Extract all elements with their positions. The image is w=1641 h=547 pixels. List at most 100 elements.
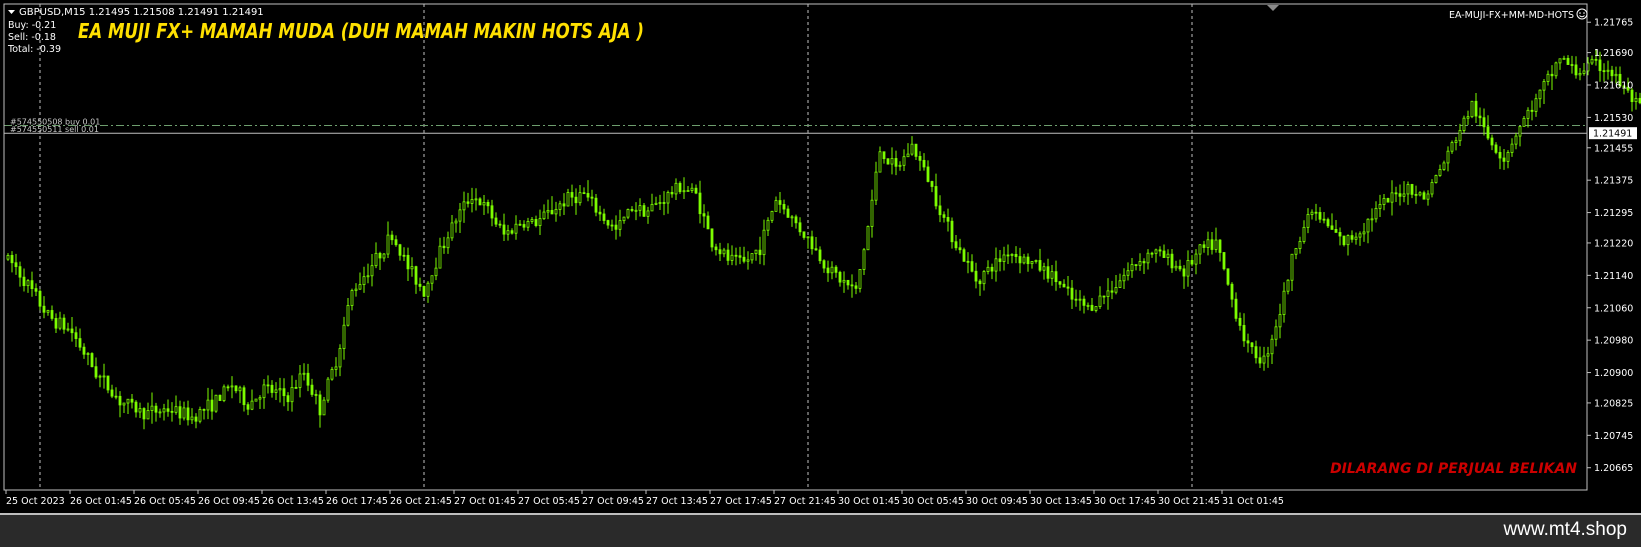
candle-body bbox=[714, 246, 718, 251]
candle-body bbox=[450, 222, 454, 239]
candle-body bbox=[702, 213, 706, 217]
candle-body bbox=[1198, 244, 1202, 255]
candle-body bbox=[934, 186, 938, 207]
x-tick-label: 30 Oct 17:45 bbox=[1094, 496, 1156, 507]
candle-body bbox=[46, 310, 50, 313]
x-tick-label: 26 Oct 21:45 bbox=[390, 496, 452, 507]
candle-body bbox=[854, 285, 858, 289]
candle-body bbox=[130, 398, 134, 403]
candle-body bbox=[1050, 271, 1054, 279]
candle-body bbox=[302, 372, 306, 375]
candle-body bbox=[834, 266, 838, 273]
candle-body bbox=[534, 219, 538, 227]
candle-body bbox=[110, 389, 114, 397]
candle-body bbox=[134, 401, 138, 413]
candle-body bbox=[1482, 117, 1486, 128]
buy-profit: Buy: -0.21 bbox=[8, 20, 56, 31]
candle-body bbox=[754, 249, 758, 254]
candle-body bbox=[710, 228, 714, 248]
candle-body bbox=[1258, 357, 1262, 364]
candle-body bbox=[1010, 253, 1014, 256]
candle-body bbox=[1142, 261, 1146, 264]
candle-body bbox=[1398, 193, 1402, 197]
candle-body bbox=[550, 210, 554, 215]
candle-body bbox=[106, 375, 110, 391]
candle-body bbox=[1534, 98, 1538, 112]
candle-body bbox=[638, 205, 642, 211]
candle-body bbox=[58, 317, 62, 329]
candle-body bbox=[1026, 256, 1030, 265]
candle-body bbox=[1102, 295, 1106, 298]
candle-body bbox=[394, 239, 398, 246]
candle-body bbox=[646, 210, 650, 217]
candle-body bbox=[1174, 265, 1178, 269]
ea-name: EA-MUJI-FX+MM-MD-HOTS bbox=[1449, 10, 1574, 21]
candle-body bbox=[1310, 211, 1314, 215]
candle-body bbox=[590, 196, 594, 199]
candle-body bbox=[1206, 239, 1210, 248]
x-tick-label: 26 Oct 01:45 bbox=[70, 496, 132, 507]
candle-body bbox=[762, 229, 766, 256]
candle-body bbox=[234, 385, 238, 392]
candle-body bbox=[1246, 340, 1250, 344]
candle-body bbox=[374, 252, 378, 267]
candle-body bbox=[998, 258, 1002, 262]
candle-body bbox=[1350, 235, 1354, 240]
candle-body bbox=[906, 153, 910, 158]
candle-body bbox=[766, 219, 770, 231]
candle-body bbox=[458, 209, 462, 222]
candle-body bbox=[1514, 135, 1518, 145]
candle-body bbox=[1062, 283, 1066, 288]
candle-body bbox=[902, 156, 906, 166]
candle-body bbox=[670, 191, 674, 195]
candle-body bbox=[938, 205, 942, 216]
candle-body bbox=[686, 190, 690, 192]
candle-body bbox=[98, 375, 102, 378]
candle-body bbox=[942, 214, 946, 218]
candle-body bbox=[1602, 70, 1606, 73]
x-tick-label: 26 Oct 17:45 bbox=[326, 496, 388, 507]
candle-body bbox=[574, 196, 578, 204]
candle-body bbox=[266, 384, 270, 387]
candle-body bbox=[1410, 184, 1414, 195]
candle-body bbox=[1582, 70, 1586, 74]
x-tick-label: 30 Oct 09:45 bbox=[966, 496, 1028, 507]
candle-body bbox=[842, 279, 846, 283]
candle-body bbox=[1114, 287, 1118, 293]
candle-body bbox=[1406, 184, 1410, 195]
y-tick-label: 1.21220 bbox=[1594, 238, 1633, 249]
candle-body bbox=[1190, 260, 1194, 265]
candle-body bbox=[850, 284, 854, 287]
candle-body bbox=[146, 410, 150, 420]
candle-body bbox=[1030, 261, 1034, 265]
candle-body bbox=[206, 399, 210, 411]
chart-window[interactable]: #574550508 buy 0.01 #574550511 sell 0.01 … bbox=[0, 0, 1641, 547]
candle-body bbox=[50, 310, 54, 319]
candle-body bbox=[826, 267, 830, 274]
candle-body bbox=[770, 210, 774, 221]
candle-body bbox=[1286, 279, 1290, 292]
candle-body bbox=[706, 215, 710, 230]
candle-body bbox=[1254, 346, 1258, 359]
candle-body bbox=[1422, 192, 1426, 200]
candle-body bbox=[1634, 97, 1638, 103]
candle-body bbox=[586, 193, 590, 198]
price-chart[interactable]: #574550508 buy 0.01#574550511 sell 0.01 … bbox=[0, 0, 1641, 513]
candle-body bbox=[1578, 73, 1582, 76]
candle-body bbox=[1090, 304, 1094, 311]
candle-body bbox=[1162, 250, 1166, 258]
candle-body bbox=[366, 275, 370, 278]
candle-body bbox=[426, 282, 430, 297]
candle-body bbox=[1058, 281, 1062, 285]
candle-body bbox=[1526, 109, 1530, 119]
candle-body bbox=[318, 394, 322, 416]
candle-body bbox=[1462, 117, 1466, 131]
candle-body bbox=[354, 288, 358, 291]
site-url[interactable]: www.mt4.shop bbox=[1503, 519, 1627, 541]
candle-body bbox=[1370, 218, 1374, 221]
candle-body bbox=[162, 408, 166, 413]
candle-body bbox=[734, 254, 738, 257]
candle-body bbox=[286, 395, 290, 403]
footer-divider bbox=[0, 513, 1641, 515]
y-tick-label: 1.21060 bbox=[1594, 303, 1633, 314]
